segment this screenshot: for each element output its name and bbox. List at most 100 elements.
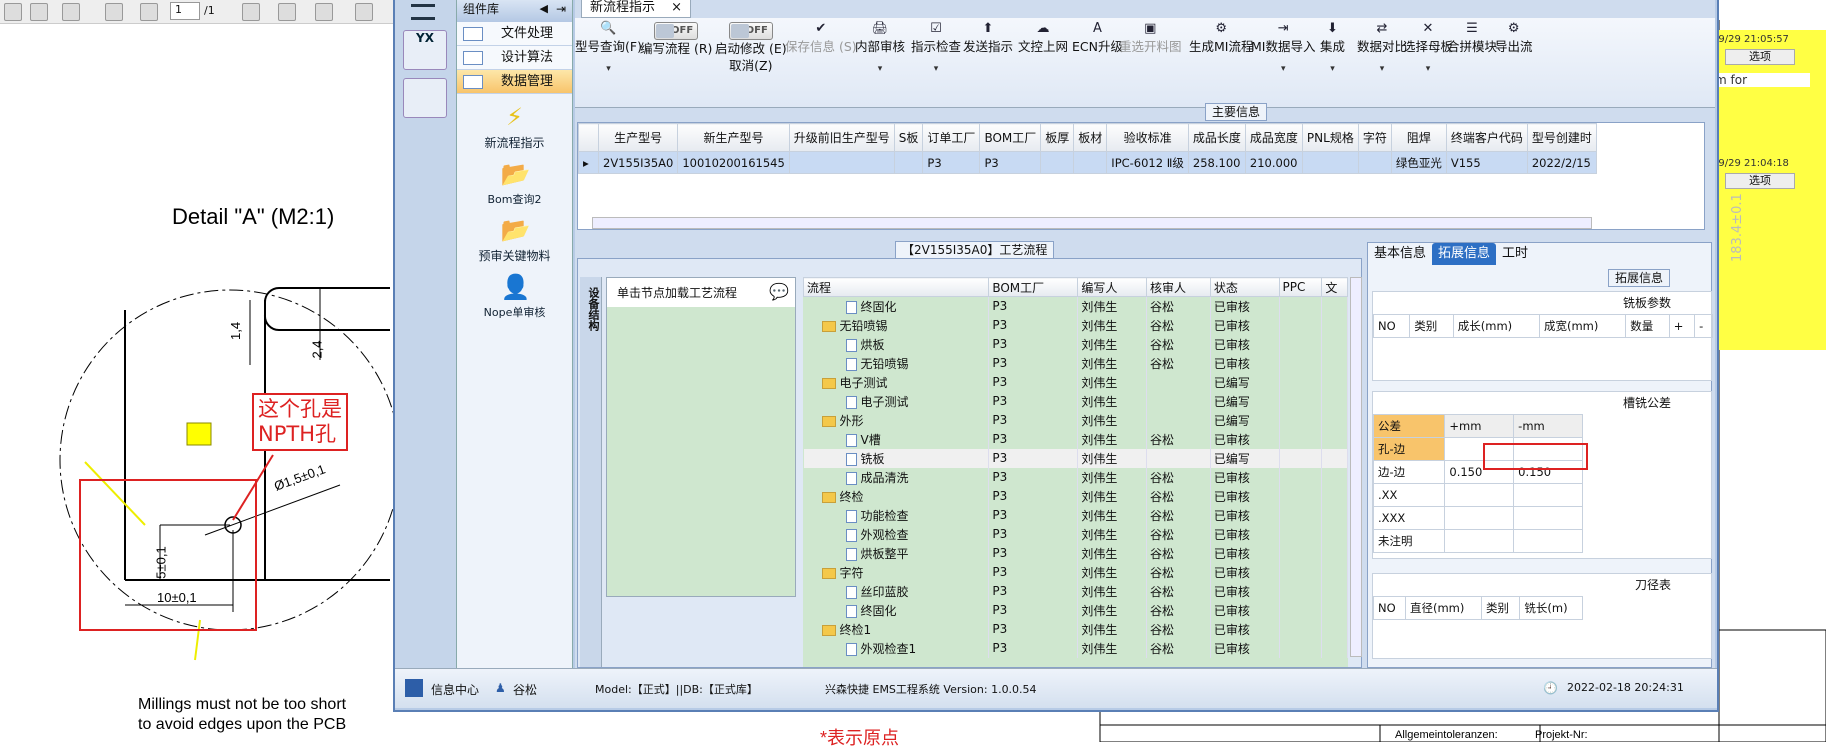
tree-row[interactable]: 电子测试 P3 刘伟生 已编写 xyxy=(803,391,1348,411)
page-number-input[interactable]: 1 xyxy=(170,2,200,20)
table-cell[interactable]: 边-边 xyxy=(1372,460,1446,484)
column-header[interactable]: 直径(mm) xyxy=(1404,596,1483,620)
table-cell[interactable]: 2022/2/15 xyxy=(1526,151,1597,174)
column-header[interactable]: 编写人 xyxy=(1077,277,1148,297)
tree-row[interactable]: 电子测试 P3 刘伟生 已编写 xyxy=(803,372,1348,392)
table-cell[interactable] xyxy=(1073,151,1108,174)
ribbon-button[interactable]: ⬆ 发送指示 xyxy=(963,20,1013,55)
horizontal-scrollbar[interactable] xyxy=(592,217,1592,229)
column-header[interactable]: 流程 xyxy=(803,277,990,297)
component-item-design[interactable]: 设计算法 xyxy=(457,46,572,70)
column-header[interactable]: NO xyxy=(1373,596,1406,620)
ribbon-button[interactable]: 🔍 型号查询(F) ▾ xyxy=(575,20,642,78)
column-header[interactable]: 阻焊 xyxy=(1390,123,1447,152)
print-icon[interactable] xyxy=(4,3,22,21)
ribbon-button[interactable]: ⚙ 生成MI流程 xyxy=(1189,20,1253,55)
ribbon-button[interactable]: ☁ 文控上网 xyxy=(1018,20,1068,55)
tree-row[interactable]: 无铅喷锡 P3 刘伟生 谷松 已审核 xyxy=(803,353,1348,373)
tool-prereview[interactable]: 📂 预审关键物料 xyxy=(457,215,572,264)
column-header[interactable]: 成长(mm) xyxy=(1452,314,1540,338)
column-header[interactable]: 验收标准 xyxy=(1106,123,1189,152)
chevron-down-icon[interactable]: ▾ xyxy=(1403,61,1453,78)
save-icon[interactable] xyxy=(30,3,48,21)
table-cell[interactable]: P3 xyxy=(979,151,1042,174)
tab-right[interactable]: 基本信息 xyxy=(1368,243,1432,265)
table-cell[interactable]: IPC-6012 Ⅱ级 xyxy=(1106,151,1189,174)
table-cell[interactable] xyxy=(1040,151,1075,174)
chevron-down-icon[interactable]: ▾ xyxy=(575,61,642,78)
toggle-switch[interactable]: OFF xyxy=(654,22,699,40)
tool-bom-query[interactable]: 📂 Bom查询2 xyxy=(457,159,572,207)
tab-right[interactable]: 工时 xyxy=(1496,243,1534,265)
side-tab-structure[interactable]: 设备结构 xyxy=(580,277,602,667)
column-header[interactable]: 铣长(m) xyxy=(1519,596,1583,620)
ribbon-button[interactable]: ⚙ 导出流 xyxy=(1495,20,1533,55)
tree-row[interactable]: 功能检查 P3 刘伟生 谷松 已审核 xyxy=(803,505,1348,525)
chevron-down-icon[interactable]: ▾ xyxy=(1320,61,1345,78)
component-item-file[interactable]: 文件处理 xyxy=(457,22,572,46)
table-cell[interactable] xyxy=(1357,151,1392,174)
comment-options-1[interactable]: 选项 xyxy=(1725,49,1795,65)
zoom-out-icon[interactable] xyxy=(355,3,373,21)
column-header[interactable]: 升级前旧生产型号 xyxy=(788,123,895,152)
close-icon[interactable]: × xyxy=(671,0,682,15)
vertical-scrollbar[interactable] xyxy=(1350,277,1362,657)
page-up-icon[interactable] xyxy=(105,3,123,21)
tree-row[interactable]: 无铅喷锡 P3 刘伟生 谷松 已审核 xyxy=(803,315,1348,335)
table-cell[interactable] xyxy=(893,151,924,174)
tree-row[interactable]: 终检1 P3 刘伟生 谷松 已审核 xyxy=(803,619,1348,639)
upload-icon[interactable] xyxy=(62,3,80,21)
column-header[interactable]: BOM工厂 xyxy=(979,123,1042,152)
tree-row[interactable]: 字符 P3 刘伟生 谷松 已审核 xyxy=(803,562,1348,582)
table-cell[interactable]: .XXX xyxy=(1372,506,1446,530)
page-down-icon[interactable] xyxy=(140,3,158,21)
column-header[interactable]: 型号创建时 xyxy=(1526,123,1597,152)
table-cell[interactable]: 绿色亚光 xyxy=(1390,151,1447,174)
table-row[interactable]: .XXX xyxy=(1372,506,1583,530)
column-header[interactable]: - xyxy=(1694,314,1713,338)
chat-icon[interactable]: 💬 xyxy=(769,282,789,301)
tree-row[interactable]: 烘板 P3 刘伟生 谷松 已审核 xyxy=(803,334,1348,354)
column-header[interactable]: BOM工厂 xyxy=(988,277,1079,297)
table-cell[interactable]: 10010200161545 xyxy=(677,151,790,174)
tree-row[interactable]: 成品清洗 P3 刘伟生 谷松 已审核 xyxy=(803,467,1348,487)
tree-row[interactable]: 外形 P3 刘伟生 已编写 xyxy=(803,410,1348,430)
table-cell[interactable] xyxy=(1444,506,1515,530)
column-header[interactable]: 文 xyxy=(1321,277,1348,297)
table-row[interactable]: 未注明 xyxy=(1372,529,1583,553)
tree-row[interactable]: 终检 P3 刘伟生 谷松 已审核 xyxy=(803,486,1348,506)
column-header[interactable]: S板 xyxy=(893,123,924,152)
ribbon-button[interactable]: OFF 启动修改 (E) 取消(Z) xyxy=(715,20,787,74)
column-header[interactable]: 类别 xyxy=(1480,596,1521,620)
column-header[interactable]: 板厚 xyxy=(1040,123,1075,152)
column-header[interactable]: 核审人 xyxy=(1146,277,1211,297)
menu-icon[interactable] xyxy=(411,4,435,20)
column-header[interactable]: 新生产型号 xyxy=(677,123,790,152)
back-icon[interactable]: ◀ xyxy=(540,0,548,20)
select-text-icon[interactable] xyxy=(242,3,260,21)
column-header[interactable]: NO xyxy=(1372,314,1411,338)
table-cell[interactable]: 210.000 xyxy=(1244,151,1303,174)
toggle-switch[interactable]: OFF xyxy=(728,22,773,40)
pin-icon[interactable]: ⇥ xyxy=(556,0,566,20)
zoom-icon[interactable] xyxy=(315,3,333,21)
table-cell[interactable] xyxy=(788,151,895,174)
column-header[interactable]: 成品宽度 xyxy=(1244,123,1303,152)
table-cell[interactable]: 孔-边 xyxy=(1372,437,1446,461)
grid-icon[interactable] xyxy=(405,679,423,697)
tool-nope-review[interactable]: 👤 Nope单审核 xyxy=(457,272,572,320)
column-header[interactable]: 成宽(mm) xyxy=(1538,314,1627,338)
table-cell[interactable]: .XX xyxy=(1372,483,1446,507)
info-center[interactable]: 信息中心 xyxy=(431,681,479,698)
column-header[interactable]: + xyxy=(1668,314,1696,338)
ribbon-button[interactable]: ⇄ 数据对比 ▾ xyxy=(1357,20,1407,78)
ribbon-button[interactable]: ⇥ MI数据导入 ▾ xyxy=(1251,20,1315,78)
table-cell[interactable] xyxy=(1444,483,1515,507)
table-cell[interactable] xyxy=(1513,483,1583,507)
column-header[interactable]: 成品长度 xyxy=(1187,123,1246,152)
tool-new-flow[interactable]: ⚡ 新流程指示 xyxy=(457,102,572,151)
component-item-data[interactable]: 数据管理 xyxy=(457,70,572,94)
table-cell[interactable]: P3 xyxy=(922,151,981,174)
column-header[interactable]: +mm xyxy=(1444,414,1515,438)
tree-row[interactable]: 烘板整平 P3 刘伟生 谷松 已审核 xyxy=(803,543,1348,563)
